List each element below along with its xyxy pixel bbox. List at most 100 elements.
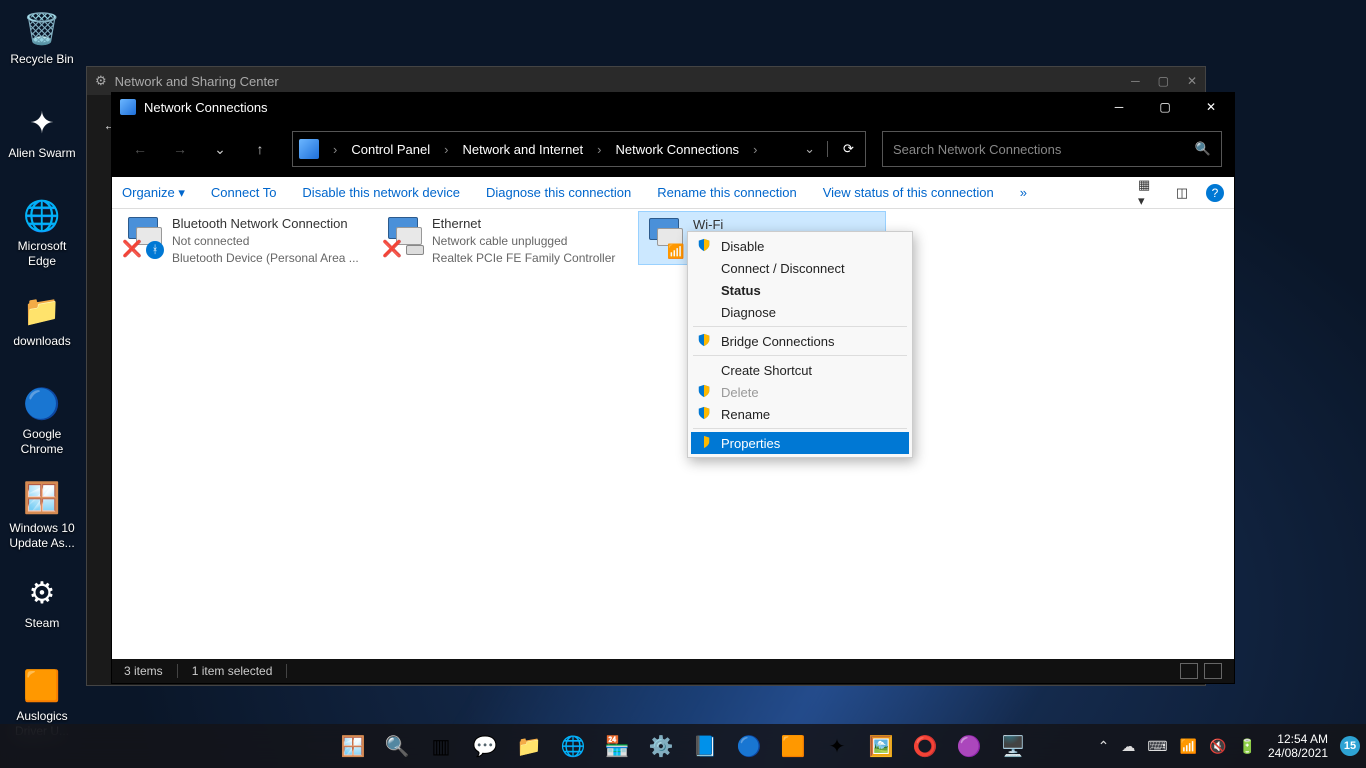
toolbar: Organize ▾ Connect To Disable this netwo… [112,177,1234,209]
taskbar-app-icon[interactable]: 🖼️ [862,727,900,765]
app-icon: 🌐 [21,196,63,237]
icon-label: Windows 10 Update As... [6,521,78,550]
breadcrumb-item[interactable]: Network and Internet [458,140,587,159]
context-menu-item[interactable]: Create Shortcut [691,359,909,381]
bg-maximize-button[interactable]: ▢ [1158,74,1169,88]
keyboard-icon[interactable]: ⌨ [1147,738,1167,755]
microsoft-store-button[interactable]: 🏪 [598,727,636,765]
bg-window-title: Network and Sharing Center [115,74,279,89]
rename-connection-button[interactable]: Rename this connection [657,185,796,200]
close-button[interactable]: ✕ [1188,93,1234,121]
status-selected-count: 1 item selected [192,664,273,678]
adapters-content[interactable]: ❌ ᚼ Bluetooth Network Connection Not con… [112,209,1234,659]
breadcrumb[interactable]: › Control Panel › Network and Internet ›… [292,131,866,167]
chrome-button[interactable]: 🔵 [730,727,768,765]
volume-icon[interactable]: 🔇 [1209,738,1226,755]
desktop-icon[interactable]: ⚙ Steam [4,568,80,644]
edge-button[interactable]: 🌐 [554,727,592,765]
context-menu-item[interactable]: Diagnose [691,301,909,323]
word-button[interactable]: 📘 [686,727,724,765]
network-connections-window: Network Connections ─ ▢ ✕ ← → ⌄ ↑ › Cont… [111,92,1235,684]
desktop-icon[interactable]: ✦Alien Swarm [4,98,80,174]
widgets-button[interactable]: 💬 [466,727,504,765]
desktop-icon[interactable]: 🪟Windows 10 Update As... [4,474,80,550]
network-adapter[interactable]: ❌ ᚼ Bluetooth Network Connection Not con… [118,211,366,265]
back-button[interactable]: ← [124,133,156,165]
app-icon: ⚙ [21,572,63,614]
wifi-icon[interactable]: 📶 [1180,738,1197,755]
icon-label: Steam [25,616,60,630]
disable-device-button[interactable]: Disable this network device [302,185,460,200]
up-button[interactable]: ↑ [244,133,276,165]
search-button[interactable]: 🔍 [378,727,416,765]
adapter-name: Ethernet [432,215,615,233]
view-status-button[interactable]: View status of this connection [823,185,994,200]
desktop-icon[interactable]: 🌐Microsoft Edge [4,192,80,268]
notifications-button[interactable]: 15 [1340,736,1360,756]
context-menu-item[interactable]: Disable [691,235,909,257]
taskbar-app-icon[interactable]: ✦ [818,727,856,765]
context-menu-item[interactable]: Properties [691,432,909,454]
file-explorer-button[interactable]: 📁 [510,727,548,765]
bg-minimize-button[interactable]: ─ [1131,74,1140,88]
recent-dropdown[interactable]: ⌄ [204,133,236,165]
breadcrumb-icon [299,139,319,159]
adapter-type-icon [406,241,424,259]
address-dropdown[interactable]: ⌄ [796,141,823,157]
adapter-device: Realtek PCIe FE Family Controller [432,250,615,267]
error-badge-icon: ❌ [382,239,402,259]
titlebar: Network Connections ─ ▢ ✕ [112,93,1234,121]
onedrive-icon[interactable]: ☁ [1121,738,1135,755]
tray-overflow-icon[interactable]: ⌃ [1098,738,1110,755]
menu-item-label: Disable [721,239,764,254]
start-button[interactable]: 🪟 [334,727,372,765]
desktop-icon[interactable]: 🗑️Recycle Bin [4,4,80,80]
settings-button[interactable]: ⚙️ [642,727,680,765]
chevron-right-icon: › [438,142,454,157]
desktop-icon[interactable]: 📁downloads [4,286,80,362]
toolbar-overflow[interactable]: » [1020,185,1027,200]
taskbar: 🪟 🔍 ▥ 💬 📁 🌐 🏪 ⚙️ 📘 🔵 🟧 ✦ 🖼️ ⭕ 🟣 🖥️ ⌃ ☁ ⌨… [0,724,1366,768]
network-adapter[interactable]: ❌ Ethernet Network cable unplugged Realt… [378,211,626,265]
menu-item-label: Connect / Disconnect [721,261,845,276]
context-menu-item[interactable]: Status [691,279,909,301]
breadcrumb-item[interactable]: Control Panel [347,140,434,159]
minimize-button[interactable]: ─ [1096,93,1142,121]
battery-icon[interactable]: 🔋 [1239,738,1256,755]
clock[interactable]: 12:54 AM 24/08/2021 [1268,732,1328,761]
details-view-button[interactable] [1180,663,1198,679]
maximize-button[interactable]: ▢ [1142,93,1188,121]
context-menu-item[interactable]: Rename [691,403,909,425]
chevron-right-icon: › [747,142,763,157]
shield-icon [697,435,713,451]
bg-close-button[interactable]: ✕ [1187,74,1197,88]
refresh-button[interactable]: ⟳ [827,141,859,157]
adapter-icon: ❌ ᚼ [122,215,166,259]
icon-label: Microsoft Edge [6,239,78,268]
context-menu-item[interactable]: Connect / Disconnect [691,257,909,279]
search-input[interactable]: Search Network Connections 🔍 [882,131,1222,167]
adapter-type-icon: ᚼ [146,241,164,259]
help-button[interactable]: ? [1206,184,1224,202]
connect-to-button[interactable]: Connect To [211,185,277,200]
breadcrumb-item[interactable]: Network Connections [612,140,744,159]
taskbar-app-icon[interactable]: 🟧 [774,727,812,765]
view-mode-button[interactable]: ▦ ▾ [1138,183,1158,203]
preview-pane-button[interactable]: ◫ [1172,183,1192,203]
app-icon: 🔵 [21,384,63,425]
icon-label: Alien Swarm [8,146,75,160]
taskbar-app-icon[interactable]: ⭕ [906,727,944,765]
context-menu-item[interactable]: Bridge Connections [691,330,909,352]
taskbar-app-icon[interactable]: 🟣 [950,727,988,765]
adapter-status: Not connected [172,233,359,250]
tiles-view-button[interactable] [1204,663,1222,679]
search-icon[interactable]: 🔍 [1195,141,1211,157]
window-title: Network Connections [144,100,268,115]
organize-menu[interactable]: Organize ▾ [122,185,185,201]
task-view-button[interactable]: ▥ [422,727,460,765]
forward-button[interactable]: → [164,133,196,165]
desktop-icon[interactable]: 🔵Google Chrome [4,380,80,456]
icon-label: Google Chrome [6,427,78,456]
taskbar-app-icon[interactable]: 🖥️ [994,727,1032,765]
diagnose-connection-button[interactable]: Diagnose this connection [486,185,631,200]
